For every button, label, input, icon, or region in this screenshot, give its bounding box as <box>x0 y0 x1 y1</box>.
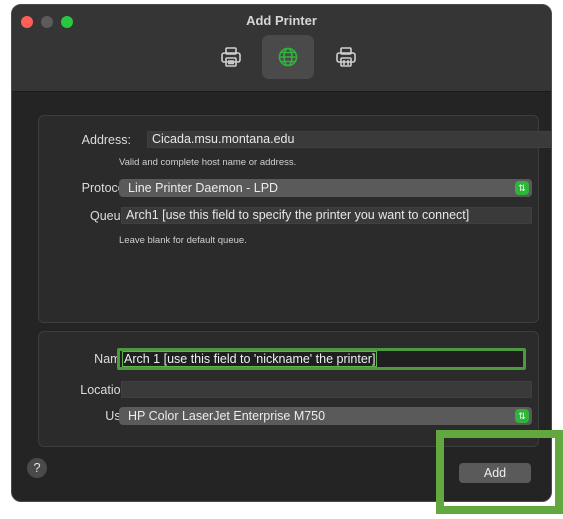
printer-alt-icon <box>335 46 357 68</box>
windows-printer-tab[interactable] <box>320 35 372 79</box>
location-label: Location: <box>80 383 131 397</box>
use-value: HP Color LaserJet Enterprise M750 <box>128 409 326 423</box>
connection-panel: Address: Cicada.msu.montana.edu Valid an… <box>38 115 551 323</box>
add-button[interactable]: Add <box>459 463 531 483</box>
add-printer-window: Add Printer Address: Cicada.msu.montana.… <box>11 4 552 502</box>
protocol-label: Protocol: <box>81 181 131 195</box>
window-title: Add Printer <box>246 13 317 28</box>
queue-field[interactable]: Arch1 [use this field to specify the pri… <box>121 207 532 224</box>
address-hint: Valid and complete host name or address. <box>119 157 297 168</box>
queue-label: Queue: <box>89 209 131 223</box>
queue-hint: Leave blank for default queue. <box>119 235 247 246</box>
default-printer-tab[interactable] <box>205 35 257 79</box>
globe-icon <box>277 46 299 68</box>
use-label: Use: <box>39 409 131 423</box>
name-value: Arch 1 [use this field to 'nickname' the… <box>122 351 378 367</box>
protocol-value: Line Printer Daemon - LPD <box>128 181 279 195</box>
name-field[interactable]: Arch 1 [use this field to 'nickname' the… <box>117 348 526 370</box>
location-field[interactable] <box>121 381 532 398</box>
help-button[interactable]: ? <box>27 458 47 478</box>
address-field[interactable]: Cicada.msu.montana.edu <box>147 131 551 148</box>
address-label: Address: <box>81 133 131 147</box>
printer-icon <box>220 46 242 68</box>
ip-printer-tab[interactable] <box>262 35 314 79</box>
printer-details-panel: Name: Arch 1 [use this field to 'nicknam… <box>38 331 539 447</box>
title-bar: Add Printer <box>12 5 551 92</box>
chevron-updown-icon: ⇅ <box>515 181 529 195</box>
protocol-select[interactable]: Line Printer Daemon - LPD ⇅ <box>119 179 532 197</box>
use-select[interactable]: HP Color LaserJet Enterprise M750 ⇅ <box>119 407 532 425</box>
chevron-updown-icon: ⇅ <box>515 409 529 423</box>
